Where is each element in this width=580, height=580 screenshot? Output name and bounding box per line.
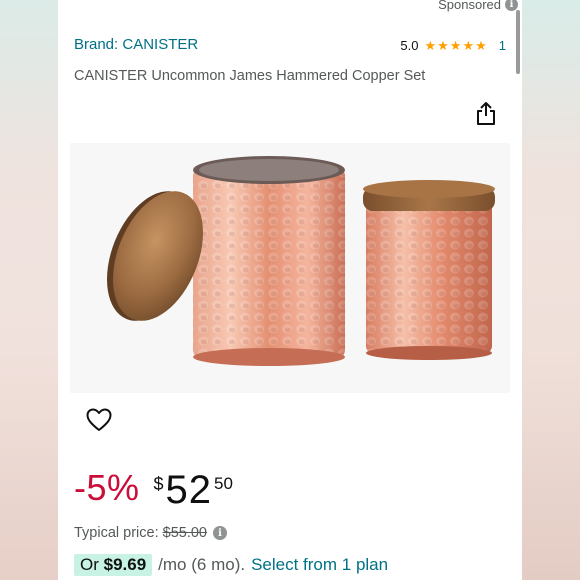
price-block: -5% $ 52 50: [74, 467, 233, 512]
star-rating: ★ ★ ★ ★ ★: [424, 39, 486, 52]
share-icon[interactable]: [475, 101, 497, 127]
price-fraction: 50: [214, 474, 233, 493]
scrollbar[interactable]: [516, 10, 520, 74]
product-title: CANISTER Uncommon James Hammered Copper …: [74, 68, 426, 84]
background-left: [0, 0, 58, 580]
installment-amount: $9.69: [103, 555, 147, 574]
select-plan-link[interactable]: Select from 1 plan: [251, 555, 388, 575]
product-image[interactable]: [70, 143, 510, 393]
discount-percent: -5%: [74, 467, 140, 508]
installment-prefix: Or: [80, 555, 99, 574]
info-icon[interactable]: i: [212, 526, 227, 540]
typical-price: Typical price: $55.00 i: [74, 525, 227, 541]
installment-offer: Or $9.69 /mo (6 mo). Select from 1 plan: [74, 554, 388, 576]
sponsored-text: Sponsored: [438, 0, 501, 12]
background-right: [522, 0, 580, 580]
typical-price-label: Typical price:: [74, 525, 159, 541]
installment-suffix: /mo (6 mo).: [158, 555, 246, 574]
product-panel: Sponsored i Brand: CANISTER 5.0 ★ ★ ★ ★ …: [58, 0, 522, 580]
brand-link[interactable]: Brand: CANISTER: [74, 36, 198, 53]
star-icon: ★: [462, 38, 475, 53]
price-whole: 52: [165, 468, 213, 512]
star-icon: ★: [424, 38, 437, 53]
heart-icon[interactable]: [86, 408, 112, 432]
typical-price-value: $55.00: [162, 525, 207, 541]
rating-value: 5.0: [400, 38, 419, 53]
star-icon: ★: [475, 38, 487, 53]
sponsored-label[interactable]: Sponsored i: [438, 0, 518, 12]
installment-badge: Or $9.69: [74, 554, 153, 576]
rating-count[interactable]: 1: [499, 38, 506, 53]
price-currency: $: [153, 474, 164, 494]
star-icon: ★: [437, 38, 449, 53]
star-icon: ★: [449, 38, 462, 53]
rating[interactable]: 5.0 ★ ★ ★ ★ ★ 1: [400, 38, 506, 53]
